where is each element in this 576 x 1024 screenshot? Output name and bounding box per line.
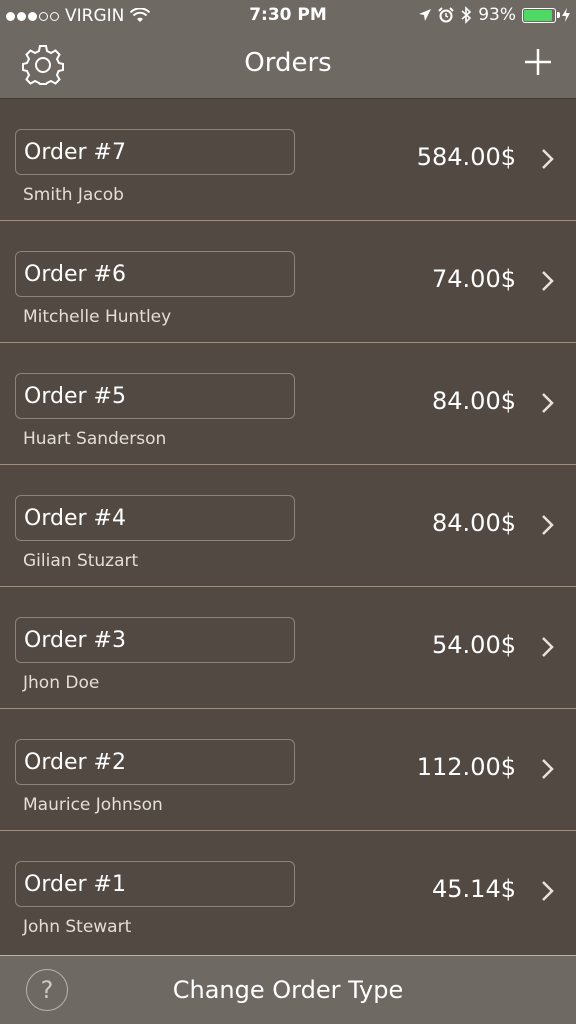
order-amount: 84.00$ <box>432 509 516 537</box>
order-amount: 45.14$ <box>432 875 516 903</box>
chevron-right-icon <box>542 881 554 901</box>
chevron-right-icon <box>542 637 554 657</box>
order-amount: 584.00$ <box>416 143 516 171</box>
order-title: Order #2 <box>15 739 295 785</box>
order-title: Order #7 <box>15 129 295 175</box>
customer-name: Huart Sanderson <box>23 429 167 449</box>
order-title: Order #6 <box>15 251 295 297</box>
add-order-button[interactable] <box>522 46 554 78</box>
status-bar: VIRGIN 7:30 PM 93% <box>0 0 576 34</box>
order-row[interactable]: Order #7 Smith Jacob 584.00$ <box>0 99 576 221</box>
location-arrow-icon <box>419 9 432 21</box>
order-title: Order #4 <box>15 495 295 541</box>
chevron-right-icon <box>542 759 554 779</box>
page-title: Orders <box>244 48 332 78</box>
customer-name: Smith Jacob <box>23 185 124 205</box>
battery-percentage: 93% <box>478 5 516 25</box>
order-row[interactable]: Order #4 Gilian Stuzart 84.00$ <box>0 465 576 587</box>
customer-name: Mitchelle Huntley <box>23 307 172 327</box>
order-title: Order #3 <box>15 617 295 663</box>
orders-list: Order #7 Smith Jacob 584.00$ Order #6 Mi… <box>0 99 576 955</box>
order-amount: 84.00$ <box>432 387 516 415</box>
order-row[interactable]: Order #2 Maurice Johnson 112.00$ <box>0 709 576 831</box>
order-row[interactable]: Order #6 Mitchelle Huntley 74.00$ <box>0 221 576 343</box>
order-amount: 54.00$ <box>432 631 516 659</box>
order-row[interactable]: Order #5 Huart Sanderson 84.00$ <box>0 343 576 465</box>
chevron-right-icon <box>542 515 554 535</box>
status-right: 93% <box>418 5 570 25</box>
charging-bolt-icon <box>562 8 570 22</box>
order-title: Order #1 <box>15 861 295 907</box>
order-row[interactable]: Order #3 Jhon Doe 54.00$ <box>0 587 576 709</box>
bluetooth-icon <box>461 6 472 24</box>
customer-name: Gilian Stuzart <box>23 551 139 571</box>
change-order-type-button[interactable]: Change Order Type <box>0 976 576 1004</box>
customer-name: John Stewart <box>23 917 132 937</box>
bottom-bar: ? Change Order Type <box>0 955 576 1024</box>
battery-icon <box>522 7 560 23</box>
chevron-right-icon <box>542 149 554 169</box>
order-amount: 112.00$ <box>416 753 516 781</box>
chevron-right-icon <box>542 271 554 291</box>
order-amount: 74.00$ <box>432 265 516 293</box>
top-bar: VIRGIN 7:30 PM 93% Orders <box>0 0 576 99</box>
chevron-right-icon <box>542 393 554 413</box>
order-row[interactable]: Order #1 John Stewart 45.14$ <box>0 831 576 951</box>
alarm-clock-icon <box>438 7 454 23</box>
plus-icon <box>525 49 551 75</box>
order-title: Order #5 <box>15 373 295 419</box>
orders-screen: VIRGIN 7:30 PM 93% Orders Order #7 Smith… <box>0 0 576 1024</box>
customer-name: Jhon Doe <box>23 673 100 693</box>
customer-name: Maurice Johnson <box>23 795 163 815</box>
